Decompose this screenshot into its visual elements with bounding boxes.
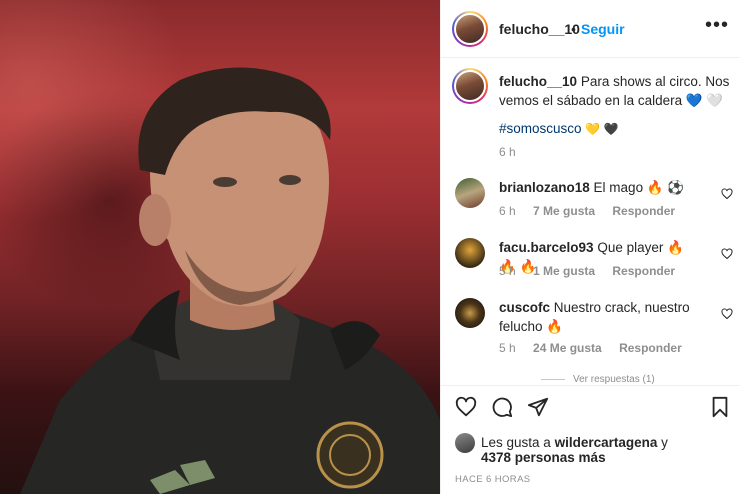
commenter-avatar[interactable] [455,298,485,328]
like-comment-heart-icon[interactable] [721,308,733,320]
commenter-avatar[interactable] [455,178,485,208]
comment-likes[interactable]: 7 Me gusta [533,204,595,218]
comment-meta: 5 h 24 Me gusta Responder [499,341,696,355]
caption-author-avatar[interactable] [452,68,488,104]
like-heart-icon[interactable] [455,396,477,418]
reply-button[interactable]: Responder [619,341,682,355]
hashtag-emojis: 💛 🖤 [585,122,619,136]
comment-meta: 5 h 1 Me gusta Responder [499,264,689,278]
comment-likes[interactable]: 24 Me gusta [533,341,602,355]
likes-suffix: y [661,435,668,450]
actions-divider [441,385,740,386]
reply-button[interactable]: Responder [612,204,675,218]
author-username[interactable]: felucho__10 [499,21,580,37]
view-replies-link[interactable]: Ver respuestas (1) [541,374,655,385]
caption-hashtag-line: #somoscusco 💛 🖤 [499,121,619,136]
comment-time: 5 h [499,341,516,355]
reply-button[interactable]: Responder [612,264,675,278]
comment-text: El mago 🔥 ⚽ [593,180,685,195]
comment-time: 5 h [499,264,516,278]
comment-body: brianlozano18 El mago 🔥 ⚽ [499,178,699,197]
commenter-avatar[interactable] [455,238,485,268]
caption-time: 6 h [499,145,516,159]
like-comment-heart-icon[interactable] [721,248,733,260]
commenter-username[interactable]: facu.barcelo93 [499,240,594,255]
commenter-username[interactable]: cuscofc [499,300,550,315]
comment-body: cuscofc Nuestro crack, nuestro felucho 🔥 [499,298,699,336]
comment-bubble-icon[interactable] [491,396,513,418]
post-details-panel: felucho__10 • Seguir ••• felucho__10 Par… [440,0,740,494]
author-avatar[interactable] [452,11,488,47]
liker-avatar[interactable] [455,433,475,453]
like-comment-heart-icon[interactable] [721,188,733,200]
comment-meta: 6 h 7 Me gusta Responder [499,204,689,218]
share-paper-plane-icon[interactable] [527,396,549,418]
post-photo[interactable] [0,0,440,494]
likes-prefix: Les gusta a [481,435,551,450]
follow-button[interactable]: Seguir [581,21,625,37]
header-separator: • [571,21,576,37]
post-header: felucho__10 • Seguir ••• [441,0,740,58]
likes-count[interactable]: 4378 personas más [481,450,606,465]
liker-username[interactable]: wildercartagena [555,435,658,450]
caption-username[interactable]: felucho__10 [499,74,577,89]
post-timestamp: HACE 6 HORAS [455,474,531,485]
comment-time: 6 h [499,204,516,218]
hashtag-link[interactable]: #somoscusco [499,121,582,136]
commenter-username[interactable]: brianlozano18 [499,180,590,195]
post-caption: felucho__10 Para shows al circo. Nos vem… [499,72,731,110]
save-bookmark-icon[interactable] [709,396,731,418]
player-illustration [20,67,440,494]
more-options-icon[interactable]: ••• [705,14,729,37]
comment-likes[interactable]: 1 Me gusta [533,264,595,278]
